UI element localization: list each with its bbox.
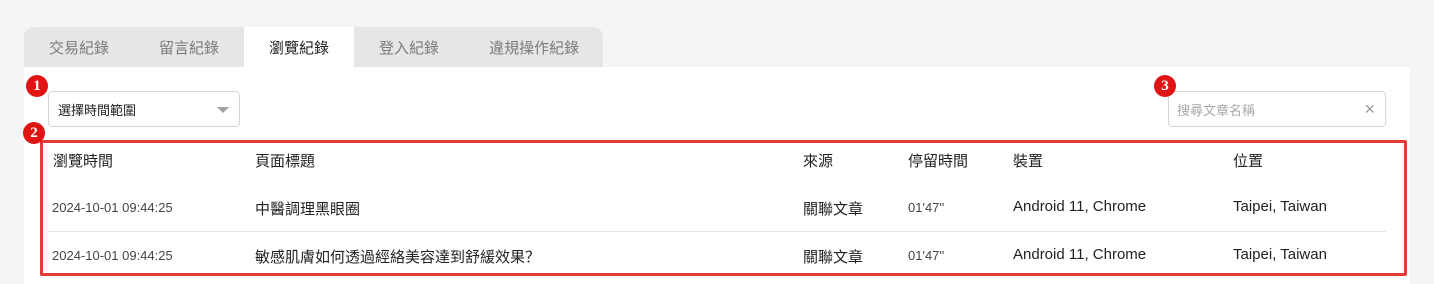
time-range-select-label: 選擇時間範圍 xyxy=(58,102,137,118)
row-divider xyxy=(48,231,1386,232)
column-header-location: 位置 xyxy=(1233,153,1264,170)
search-input[interactable] xyxy=(1177,100,1347,120)
tab-violations[interactable]: 違規操作紀錄 xyxy=(464,27,603,68)
close-icon[interactable]: × xyxy=(1364,99,1375,119)
cell-page-title: 中醫調理黑眼圈 xyxy=(255,201,361,218)
column-header-page-title: 頁面標題 xyxy=(255,153,316,170)
cell-location: Taipei, Taiwan xyxy=(1233,246,1327,263)
browse-history-view: 交易紀錄 留言紀錄 瀏覽紀錄 登入紀錄 違規操作紀錄 1 2 3 選擇時間範圍 … xyxy=(0,0,1434,284)
cell-location: Taipei, Taiwan xyxy=(1233,198,1327,215)
tab-bar: 交易紀錄 留言紀錄 瀏覽紀錄 登入紀錄 違規操作紀錄 xyxy=(24,27,604,68)
cell-device: Android 11, Chrome xyxy=(1013,198,1147,215)
cell-view-time: 2024-10-01 09:44:25 xyxy=(52,200,173,215)
tab-transactions[interactable]: 交易紀錄 xyxy=(24,27,134,68)
tab-browse-history[interactable]: 瀏覽紀錄 xyxy=(244,27,355,68)
column-header-device: 裝置 xyxy=(1013,153,1044,170)
annotation-badge-2: 2 xyxy=(23,122,45,144)
cell-source: 關聯文章 xyxy=(803,201,864,218)
cell-device: Android 11, Chrome xyxy=(1013,246,1147,263)
cell-page-title: 敏感肌膚如何透過經絡美容達到舒緩效果？ xyxy=(255,249,541,266)
search-box: × xyxy=(1168,91,1386,127)
cell-view-time: 2024-10-01 09:44:25 xyxy=(52,248,173,263)
annotation-badge-1: 1 xyxy=(26,75,48,97)
chevron-down-icon xyxy=(217,107,229,113)
cell-duration: 01'47'' xyxy=(908,200,945,215)
cell-duration: 01'47'' xyxy=(908,248,945,263)
time-range-select[interactable]: 選擇時間範圍 xyxy=(48,91,240,127)
table-highlight-frame xyxy=(40,140,1407,276)
tab-comments[interactable]: 留言紀錄 xyxy=(134,27,244,68)
tab-login[interactable]: 登入紀錄 xyxy=(354,27,464,68)
column-header-duration: 停留時間 xyxy=(908,153,969,170)
column-header-view-time: 瀏覽時間 xyxy=(53,153,114,170)
cell-source: 關聯文章 xyxy=(803,249,864,266)
annotation-badge-3: 3 xyxy=(1154,75,1176,97)
column-header-source: 來源 xyxy=(803,153,834,170)
